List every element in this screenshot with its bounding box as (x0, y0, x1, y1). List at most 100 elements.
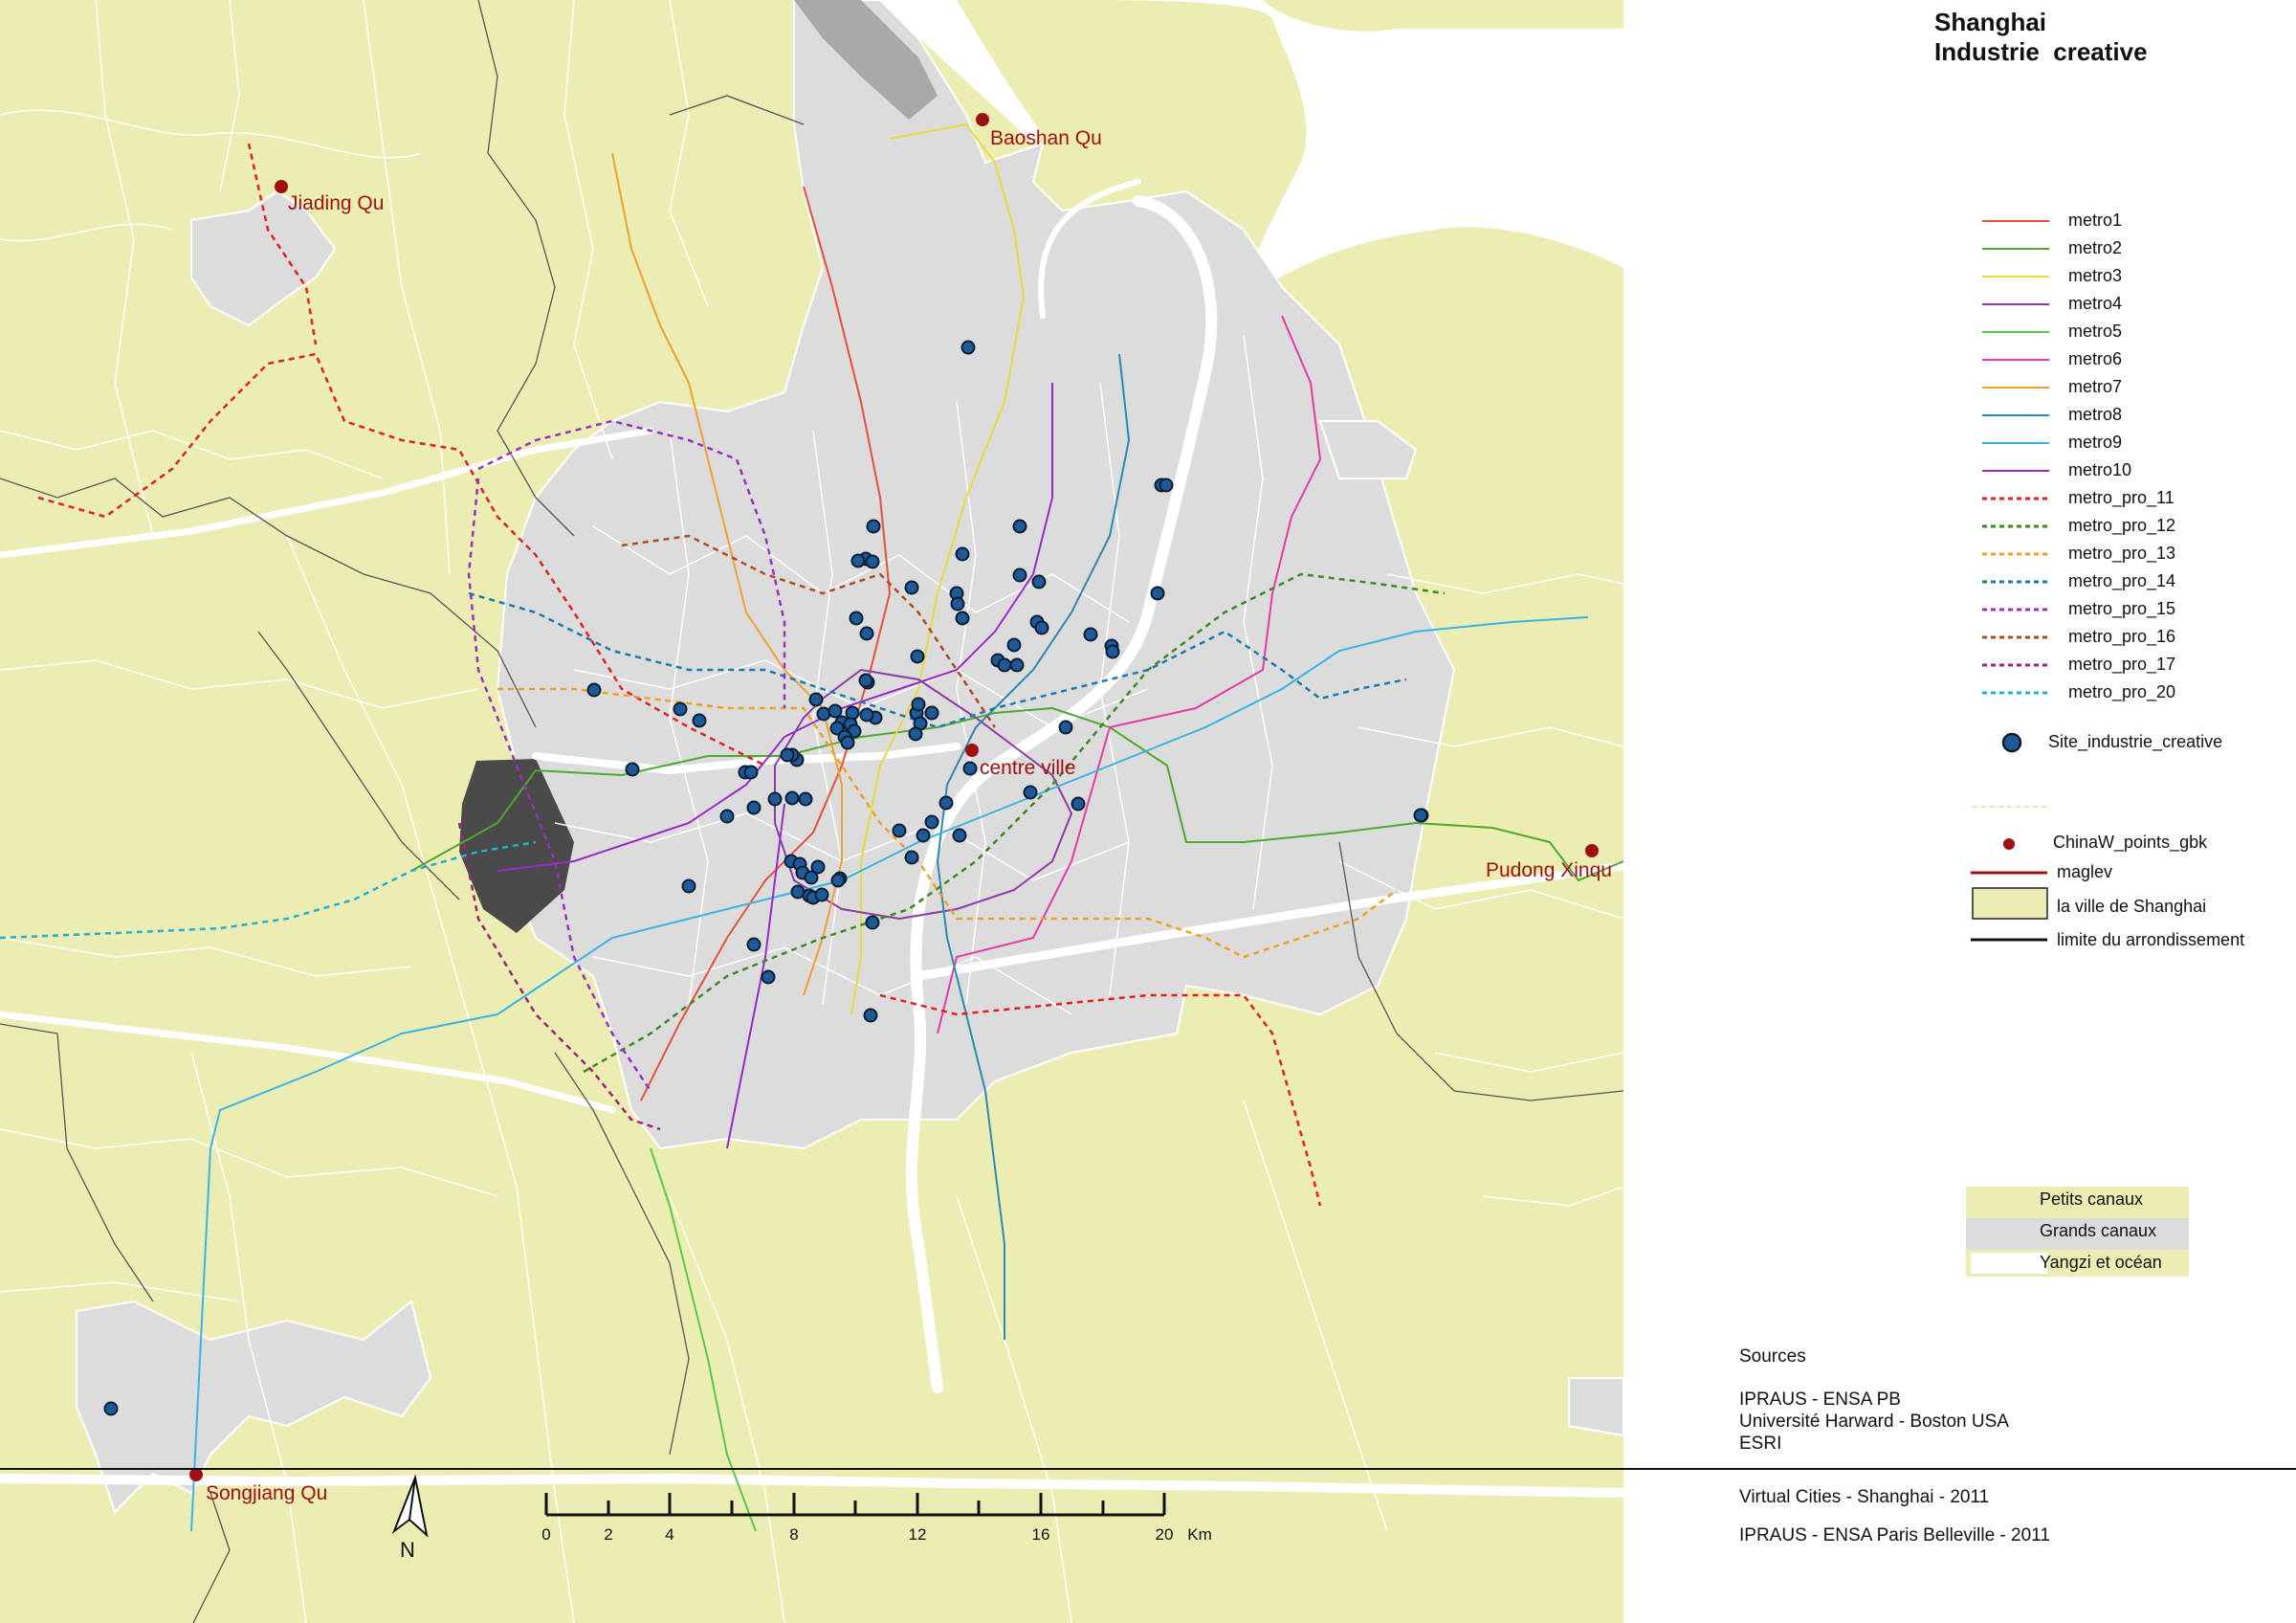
scale-label-20: 20 (1155, 1525, 1174, 1544)
legend-label-metro3: metro3 (2068, 266, 2123, 285)
legend-label-metro10: metro10 (2068, 460, 2132, 479)
credit-line-2: IPRAUS - ENSA Paris Belleville - 2011 (1739, 1525, 2050, 1545)
sources-heading: Sources (1739, 1346, 1806, 1367)
legend-label-metro-pro-14: metro_pro_14 (2068, 571, 2176, 590)
creative-site-marker (625, 762, 640, 777)
creative-site-marker (997, 657, 1012, 673)
centre-ville-point (965, 744, 979, 757)
creative-site-marker (908, 726, 923, 742)
legend-label-metro-pro-17: metro_pro_17 (2068, 655, 2176, 674)
legend-yangzi-swatch (1971, 1253, 2047, 1274)
creative-site-marker (911, 697, 926, 712)
legend-label-metro5: metro5 (2068, 322, 2123, 341)
scale-label-2: 2 (604, 1525, 613, 1544)
legend-city-label: la ville de Shanghai (2057, 897, 2207, 916)
legend-label-metro-pro-11: metro_pro_11 (2068, 488, 2175, 507)
creative-site-marker (1006, 637, 1022, 653)
creative-site-marker (1023, 785, 1038, 800)
creative-site-marker (1031, 574, 1047, 589)
legend-label-metro9: metro9 (2068, 433, 2123, 452)
place-label-baoshan: Baoshan Qu (990, 127, 1102, 149)
creative-site-marker (960, 340, 976, 355)
creative-site-marker (863, 1008, 878, 1023)
legend-canal-small-label: Petits canaux (2040, 1189, 2144, 1209)
legend-canal-large-label: Grands canaux (2040, 1221, 2157, 1240)
creative-site-marker (910, 649, 925, 664)
legend-label-metro6: metro6 (2068, 349, 2123, 368)
sources-line-3: ESRI (1739, 1434, 1782, 1454)
creative-site-marker (849, 611, 864, 626)
creative-site-marker (859, 626, 874, 641)
creative-site-marker (1012, 567, 1027, 583)
creative-site-marker (924, 814, 939, 830)
creative-site-marker (1058, 720, 1073, 735)
sources-line-1: IPRAUS - ENSA PB (1739, 1390, 1901, 1410)
creative-site-marker (767, 791, 783, 807)
creative-site-marker (950, 596, 965, 611)
creative-site-marker (1034, 620, 1049, 635)
creative-site-marker (952, 828, 967, 843)
creative-site-marker (692, 713, 707, 728)
songjiang-point (189, 1468, 203, 1481)
legend-site-label: Site_industrie_creative (2048, 732, 2223, 751)
creative-site-marker (761, 969, 776, 985)
creative-site-marker (865, 915, 880, 930)
creative-site-marker (798, 791, 813, 807)
creative-site-marker (673, 701, 688, 717)
map-canvas[interactable] (0, 0, 2296, 1623)
north-label: N (400, 1538, 415, 1562)
creative-site-marker (955, 611, 970, 626)
creative-site-marker (1009, 657, 1025, 673)
creative-site-marker (904, 580, 919, 595)
scale-unit-label: Km (1187, 1525, 1212, 1544)
legend-label-metro4: metro4 (2068, 294, 2123, 313)
creative-site-marker (859, 707, 874, 723)
legend-maglev-label: maglev (2057, 862, 2113, 881)
scale-label-0: 0 (541, 1525, 551, 1544)
legend-city-symbol (1972, 887, 2048, 920)
creative-site-marker (784, 790, 800, 806)
legend-label-metro2: metro2 (2068, 238, 2123, 257)
scale-label-16: 16 (1031, 1525, 1050, 1544)
creative-site-marker (850, 553, 866, 568)
map-title: Shanghai Industrie creative (1934, 8, 2148, 67)
creative-site-marker (892, 823, 907, 838)
creative-site-marker (916, 828, 931, 843)
creative-site-marker (719, 809, 735, 824)
legend-border-label: limite du arrondissement (2057, 930, 2245, 949)
legend-point-symbol (2003, 838, 2015, 850)
scale-label-12: 12 (908, 1525, 927, 1544)
pudong-point (1585, 844, 1599, 857)
creative-site-marker (743, 765, 759, 780)
creative-site-marker (746, 937, 762, 952)
creative-site-marker (840, 735, 855, 750)
creative-site-marker (924, 705, 939, 721)
creative-site-marker (814, 887, 829, 902)
creative-site-marker (804, 870, 819, 885)
creative-site-marker (858, 673, 873, 688)
place-label-jiading: Jiading Qu (288, 192, 385, 214)
credit-line-1: Virtual Cities - Shanghai - 2011 (1739, 1487, 1990, 1507)
scale-label-8: 8 (789, 1525, 799, 1544)
legend-label-metro-pro-16: metro_pro_16 (2068, 627, 2176, 646)
creative-site-marker (780, 747, 795, 763)
creative-site-marker (808, 692, 824, 707)
creative-site-marker (955, 546, 970, 562)
place-label-pudong: Pudong Xinqu (1486, 859, 1612, 881)
creative-site-marker (1413, 808, 1428, 823)
creative-site-marker (962, 761, 978, 776)
creative-site-marker (681, 878, 696, 894)
creative-site-marker (1012, 519, 1027, 534)
jiading-point (275, 180, 288, 193)
legend-label-metro-pro-13: metro_pro_13 (2068, 544, 2176, 563)
creative-site-marker (830, 873, 846, 888)
legend-yangzi-label: Yangzi et océan (2040, 1253, 2162, 1272)
creative-site-marker (865, 554, 880, 569)
legend-label-metro-pro-15: metro_pro_15 (2068, 599, 2176, 618)
place-label-centre-ville: centre ville (980, 757, 1076, 779)
creative-site-marker (938, 795, 954, 811)
legend-label-metro-pro-20: metro_pro_20 (2068, 682, 2176, 701)
legend-label-metro-pro-12: metro_pro_12 (2068, 516, 2176, 535)
scale-label-4: 4 (665, 1525, 674, 1544)
baoshan-point (976, 113, 989, 126)
